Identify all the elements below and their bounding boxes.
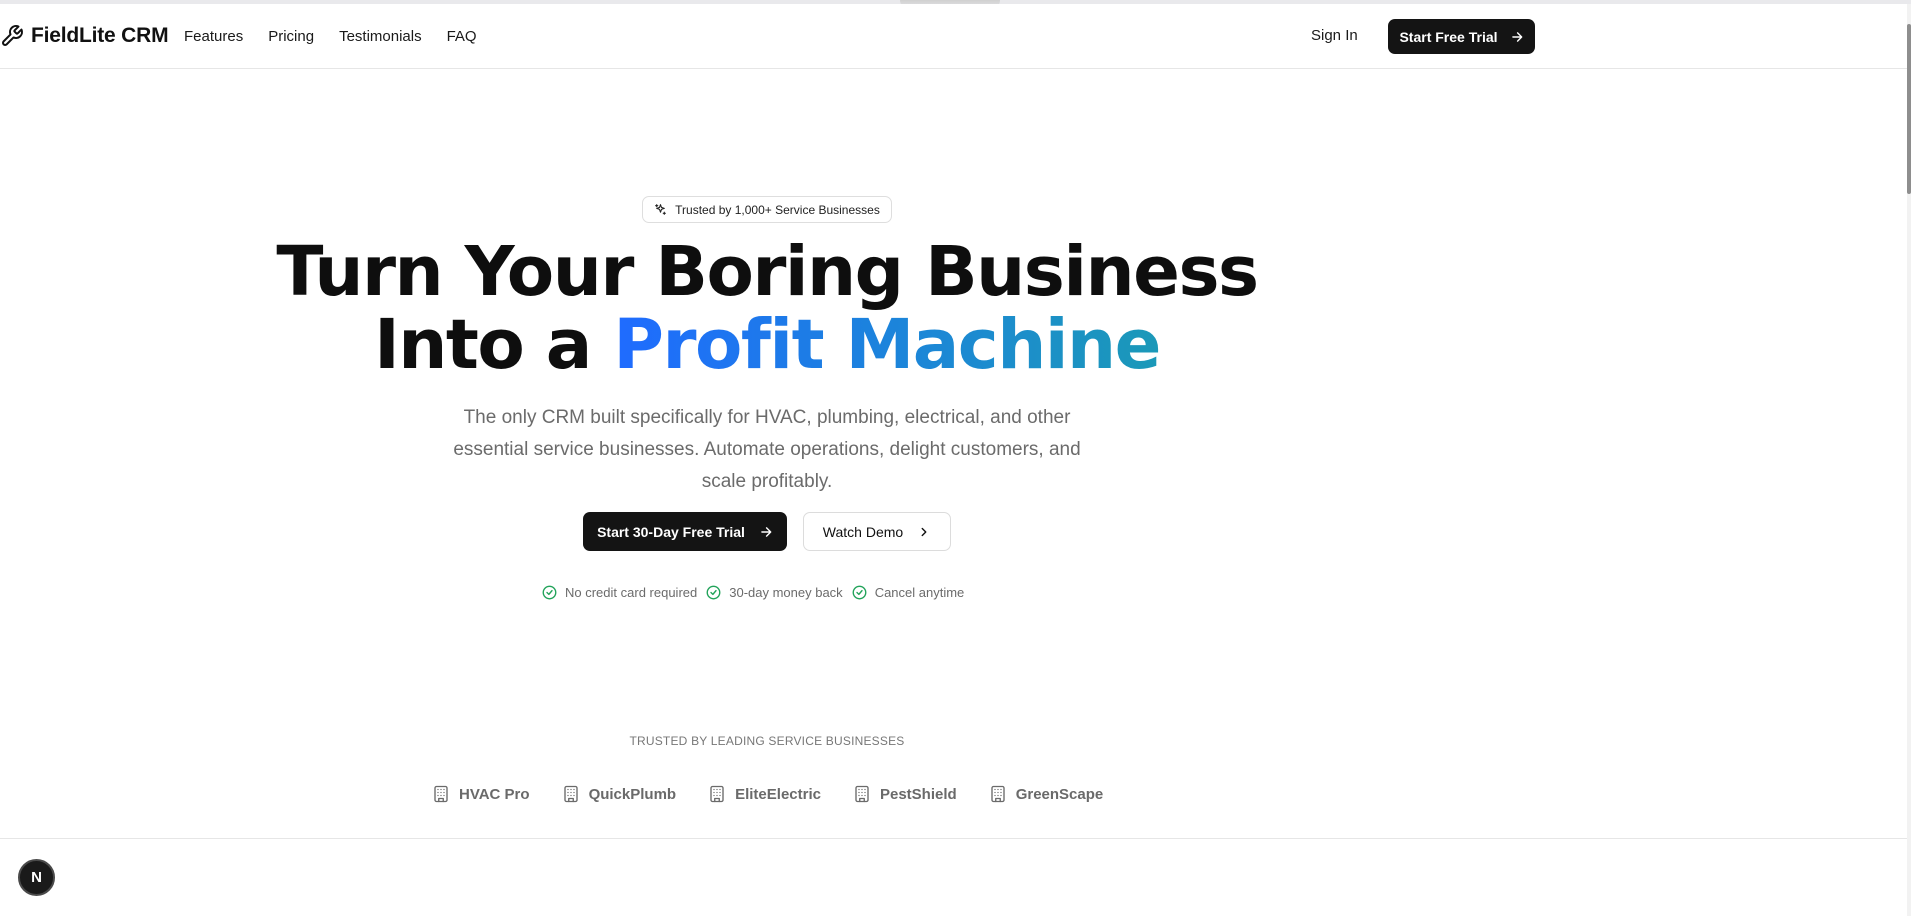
guarantee-item: No credit card required (542, 585, 697, 600)
hero-guarantees: No credit card required 30-day money bac… (542, 585, 973, 600)
site-header: FieldLite CRM Features Pricing Testimoni… (0, 4, 1907, 69)
scrollbar-thumb[interactable] (1907, 24, 1911, 194)
guarantee-item: Cancel anytime (852, 585, 965, 600)
customer-logo: PestShield (853, 785, 957, 803)
customer-logo-name: QuickPlumb (588, 785, 677, 803)
guarantee-text: 30-day money back (729, 585, 843, 600)
arrow-right-icon (761, 526, 772, 537)
watch-demo-label: Watch Demo (822, 523, 904, 540)
hero-subtext: The only CRM built specifically for HVAC… (453, 407, 1081, 492)
nav-link-testimonials[interactable]: Testimonials (339, 28, 422, 45)
hero-cta-row: Start 30-Day Free Trial Watch Demo (583, 512, 951, 551)
start-free-trial-button[interactable]: Start Free Trial (1388, 19, 1535, 54)
building-icon (434, 785, 448, 803)
customer-logo: EliteElectric (708, 785, 821, 803)
chevron-right-icon (921, 527, 927, 536)
customer-logo: QuickPlumb (562, 785, 677, 803)
arrow-right-icon (1511, 31, 1522, 42)
brand-name: FieldLite CRM (31, 24, 169, 47)
customer-logos: HVAC Pro QuickPlumb EliteElectric PestSh… (432, 785, 1135, 803)
customer-logo: GreenScape (989, 785, 1104, 803)
start-30-day-trial-button[interactable]: Start 30-Day Free Trial (583, 512, 787, 551)
start-30-day-trial-label: Start 30-Day Free Trial (597, 523, 745, 540)
check-circle-icon (852, 585, 867, 600)
hero-headline: Turn Your Boring Business Into a Profit … (0, 236, 1534, 382)
headline-line-2-prefix: Into a (374, 305, 614, 385)
customer-logo-name: PestShield (879, 785, 957, 803)
customer-logo-name: HVAC Pro (459, 785, 530, 803)
guarantee-item: 30-day money back (706, 585, 843, 600)
sign-in-link[interactable]: Sign In (1311, 27, 1358, 44)
guarantee-text: Cancel anytime (874, 585, 965, 600)
trusted-by-label: TRUSTED BY LEADING SERVICE BUSINESSES (629, 734, 905, 748)
start-free-trial-label: Start Free Trial (1399, 28, 1498, 45)
trust-badge-text: Trusted by 1,000+ Service Businesses (675, 202, 880, 217)
customer-logo: HVAC Pro (432, 785, 530, 803)
building-icon (710, 785, 724, 803)
check-circle-icon (542, 585, 557, 600)
wrench-icon (0, 24, 24, 48)
nextjs-dev-badge[interactable]: N (18, 859, 55, 896)
page-scrollbar[interactable] (1907, 4, 1911, 916)
building-icon (563, 785, 578, 803)
customer-logo-name: GreenScape (1015, 785, 1104, 803)
brand-logo[interactable]: FieldLite CRM (0, 24, 169, 48)
sparkles-icon (655, 204, 667, 215)
nav-link-faq[interactable]: FAQ (447, 28, 477, 45)
headline-highlight: Profit Machine (613, 305, 1161, 385)
customer-logo-name: EliteElectric (735, 785, 821, 803)
building-icon (855, 785, 869, 803)
building-icon (991, 785, 1005, 803)
primary-nav: Features Pricing Testimonials FAQ (184, 28, 502, 45)
nav-link-features[interactable]: Features (184, 28, 243, 45)
section-divider (0, 838, 1907, 839)
guarantee-text: No credit card required (565, 585, 698, 600)
headline-line-1: Turn Your Boring Business (276, 232, 1259, 312)
watch-demo-button[interactable]: Watch Demo (803, 512, 951, 551)
nav-link-pricing[interactable]: Pricing (268, 28, 314, 45)
trust-badge: Trusted by 1,000+ Service Businesses (642, 196, 892, 223)
check-circle-icon (706, 585, 721, 600)
